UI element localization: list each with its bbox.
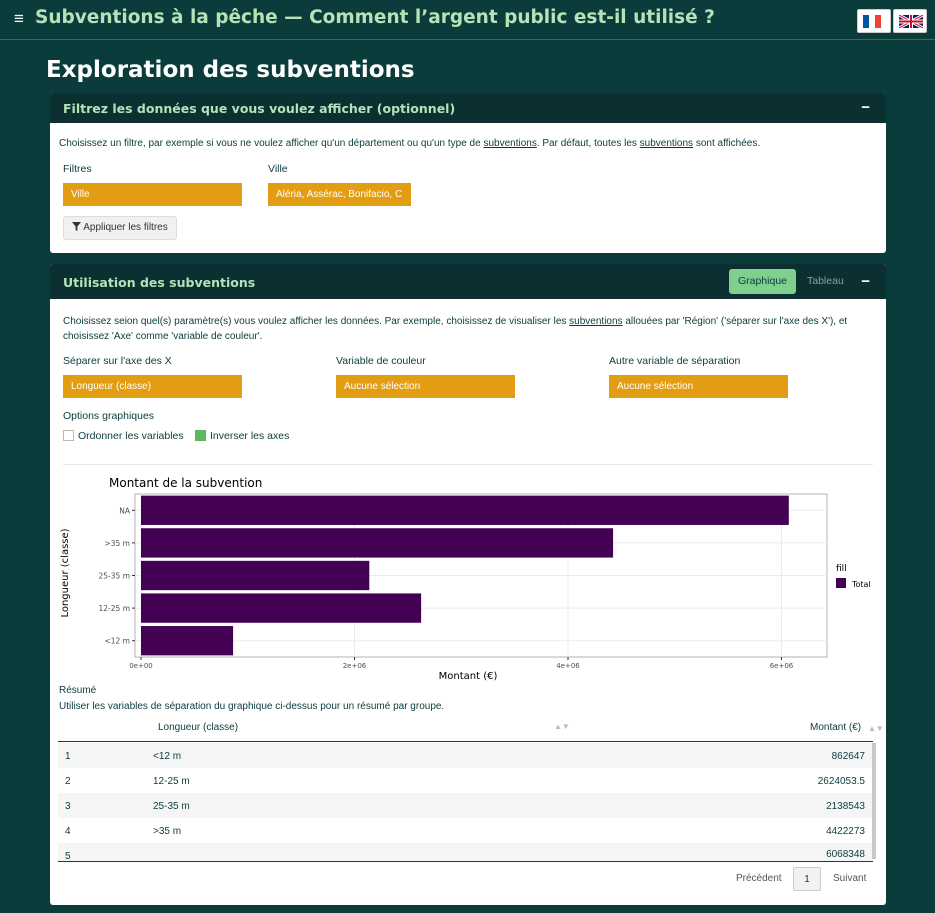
- bar: [141, 560, 370, 591]
- usage-panel: Utilisation des subventions Graphique Ta…: [50, 264, 886, 905]
- row-category: 12-25 m: [153, 776, 190, 787]
- filter-panel-header: Filtrez les données que vous voulez affi…: [50, 93, 886, 123]
- divider: [63, 464, 873, 465]
- table-header-rule: [58, 741, 873, 742]
- summary-title: Résumé: [59, 685, 97, 696]
- x-axis-select[interactable]: Longueur (classe): [63, 375, 242, 398]
- chart-title: Montant de la subvention: [109, 476, 262, 490]
- row-amount: 2624053.5: [817, 776, 865, 787]
- filter-help-text: Choisissez un filtre, par exemple si vou…: [59, 136, 760, 151]
- page-title: Exploration des subventions: [46, 57, 415, 83]
- tab-tableau[interactable]: Tableau: [807, 275, 844, 287]
- table-row[interactable]: 1 <12 m 862647: [58, 743, 873, 768]
- row-index: 3: [65, 801, 71, 812]
- filters-select[interactable]: Ville: [63, 183, 242, 206]
- x-axis-label: Séparer sur l'axe des X: [63, 355, 172, 367]
- app-title: Subventions à la pêche — Comment l’argen…: [35, 7, 715, 28]
- table-row[interactable]: 2 12-25 m 2624053.5: [58, 768, 873, 793]
- legend-title: fill: [836, 564, 847, 574]
- bar-chart: Montant de la subvention 0e+00 2e+06 4e+06…: [60, 476, 871, 682]
- row-category: >35 m: [153, 826, 182, 837]
- usage-help-part: choisissez 'Axe' comme 'variable de coul…: [63, 331, 263, 342]
- row-category: 25-35 m: [153, 801, 190, 812]
- other-variable-select[interactable]: Aucune sélection: [609, 375, 788, 398]
- legend-label: Total: [851, 580, 871, 589]
- sort-icon[interactable]: ▲▼: [868, 724, 884, 733]
- row-amount: 862647: [831, 751, 865, 762]
- tab-graphique[interactable]: Graphique: [729, 269, 796, 294]
- filter-help-part: Choisissez un filtre, par exemple si vou…: [59, 138, 484, 149]
- collapse-icon[interactable]: −: [861, 273, 870, 290]
- order-variables-checkbox[interactable]: [63, 430, 74, 441]
- x-tick-label: 2e+06: [343, 662, 367, 670]
- y-tick-label: <12 m: [104, 637, 130, 646]
- filter-help-part: . Par défaut, toutes les: [536, 138, 640, 149]
- y-tick-label: >35 m: [104, 539, 130, 548]
- bar: [141, 495, 789, 525]
- row-amount: 4422273: [826, 826, 865, 837]
- color-variable-select[interactable]: Aucune sélection: [336, 375, 515, 398]
- filter-icon: [72, 222, 81, 231]
- sort-icon[interactable]: ▲▼: [554, 722, 570, 731]
- row-index: 4: [65, 826, 71, 837]
- subventions-link[interactable]: subventions: [569, 316, 622, 327]
- subventions-link[interactable]: subventions: [483, 138, 536, 149]
- x-axis-title: Montant (€): [439, 671, 498, 682]
- usage-panel-title: Utilisation des subventions: [63, 275, 256, 290]
- flag-uk-icon[interactable]: [893, 9, 927, 33]
- x-tick-label: 4e+06: [556, 662, 580, 670]
- x-tick-label: 6e+06: [770, 662, 794, 670]
- usage-panel-header: Utilisation des subventions Graphique Ta…: [50, 264, 886, 299]
- table-row[interactable]: 3 25-35 m 2138543: [58, 793, 873, 818]
- previous-page-button[interactable]: Précédent: [736, 873, 782, 884]
- apply-filters-button[interactable]: Appliquer les filtres: [63, 216, 177, 240]
- row-index: 5: [65, 851, 71, 861]
- hamburger-icon[interactable]: ≡: [14, 9, 24, 29]
- bar: [141, 593, 422, 623]
- filter-help-part: sont affichées.: [693, 138, 761, 149]
- filter-panel-title: Filtrez les données que vous voulez affi…: [63, 101, 456, 116]
- usage-help-part: allouées par 'Région' ('séparer sur l'ax…: [622, 316, 848, 327]
- y-tick-label: 25-35 m: [99, 572, 130, 581]
- filters-label: Filtres: [63, 163, 92, 175]
- table-header-amount[interactable]: Montant (€): [810, 722, 861, 733]
- color-variable-label: Variable de couleur: [336, 355, 426, 367]
- row-category: <12 m: [153, 751, 182, 762]
- top-bar: ≡ Subventions à la pêche — Comment l’arg…: [0, 0, 935, 40]
- city-select[interactable]: Aléria, Assérac, Bonifacio, C: [268, 183, 411, 206]
- subventions-link[interactable]: subventions: [640, 138, 693, 149]
- other-variable-label: Autre variable de séparation: [609, 355, 741, 367]
- y-tick-label: NA: [119, 506, 131, 515]
- flip-axes-checkbox[interactable]: [195, 430, 206, 441]
- bar: [141, 626, 234, 656]
- row-index: 2: [65, 776, 71, 787]
- graph-options-label: Options graphiques: [63, 410, 155, 422]
- x-tick-label: 0e+00: [129, 662, 153, 670]
- flag-fr-icon[interactable]: [857, 9, 891, 33]
- collapse-icon[interactable]: −: [861, 99, 870, 116]
- page-1-button[interactable]: 1: [793, 867, 821, 891]
- summary-help: Utiliser les variables de séparation du …: [59, 701, 445, 712]
- legend-swatch: [836, 578, 846, 588]
- row-amount: 6068348: [826, 849, 865, 860]
- y-axis-title: Longueur (classe): [60, 528, 71, 617]
- y-tick-label: 12-25 m: [99, 604, 130, 613]
- order-variables-label: Ordonner les variables: [78, 430, 184, 442]
- usage-help-text: Choisissez seion quel(s) paramètre(s) vo…: [63, 314, 863, 344]
- table-header-category[interactable]: Longueur (classe): [158, 722, 238, 733]
- bar: [141, 528, 614, 558]
- row-index: 1: [65, 751, 71, 762]
- table-row[interactable]: 4 >35 m 4422273: [58, 818, 873, 843]
- table-footer-rule: [58, 861, 873, 862]
- apply-filters-label: Appliquer les filtres: [83, 222, 168, 233]
- usage-help-part: Choisissez seion quel(s) paramètre(s) vo…: [63, 316, 570, 327]
- next-page-button[interactable]: Suivant: [833, 873, 866, 884]
- flip-axes-label: Inverser les axes: [210, 430, 290, 442]
- filter-panel: Filtrez les données que vous voulez affi…: [50, 93, 886, 253]
- city-label: Ville: [268, 163, 288, 175]
- table-row[interactable]: 5 6068348: [58, 843, 873, 861]
- row-amount: 2138543: [826, 801, 865, 812]
- table-scrollbar[interactable]: [872, 743, 876, 859]
